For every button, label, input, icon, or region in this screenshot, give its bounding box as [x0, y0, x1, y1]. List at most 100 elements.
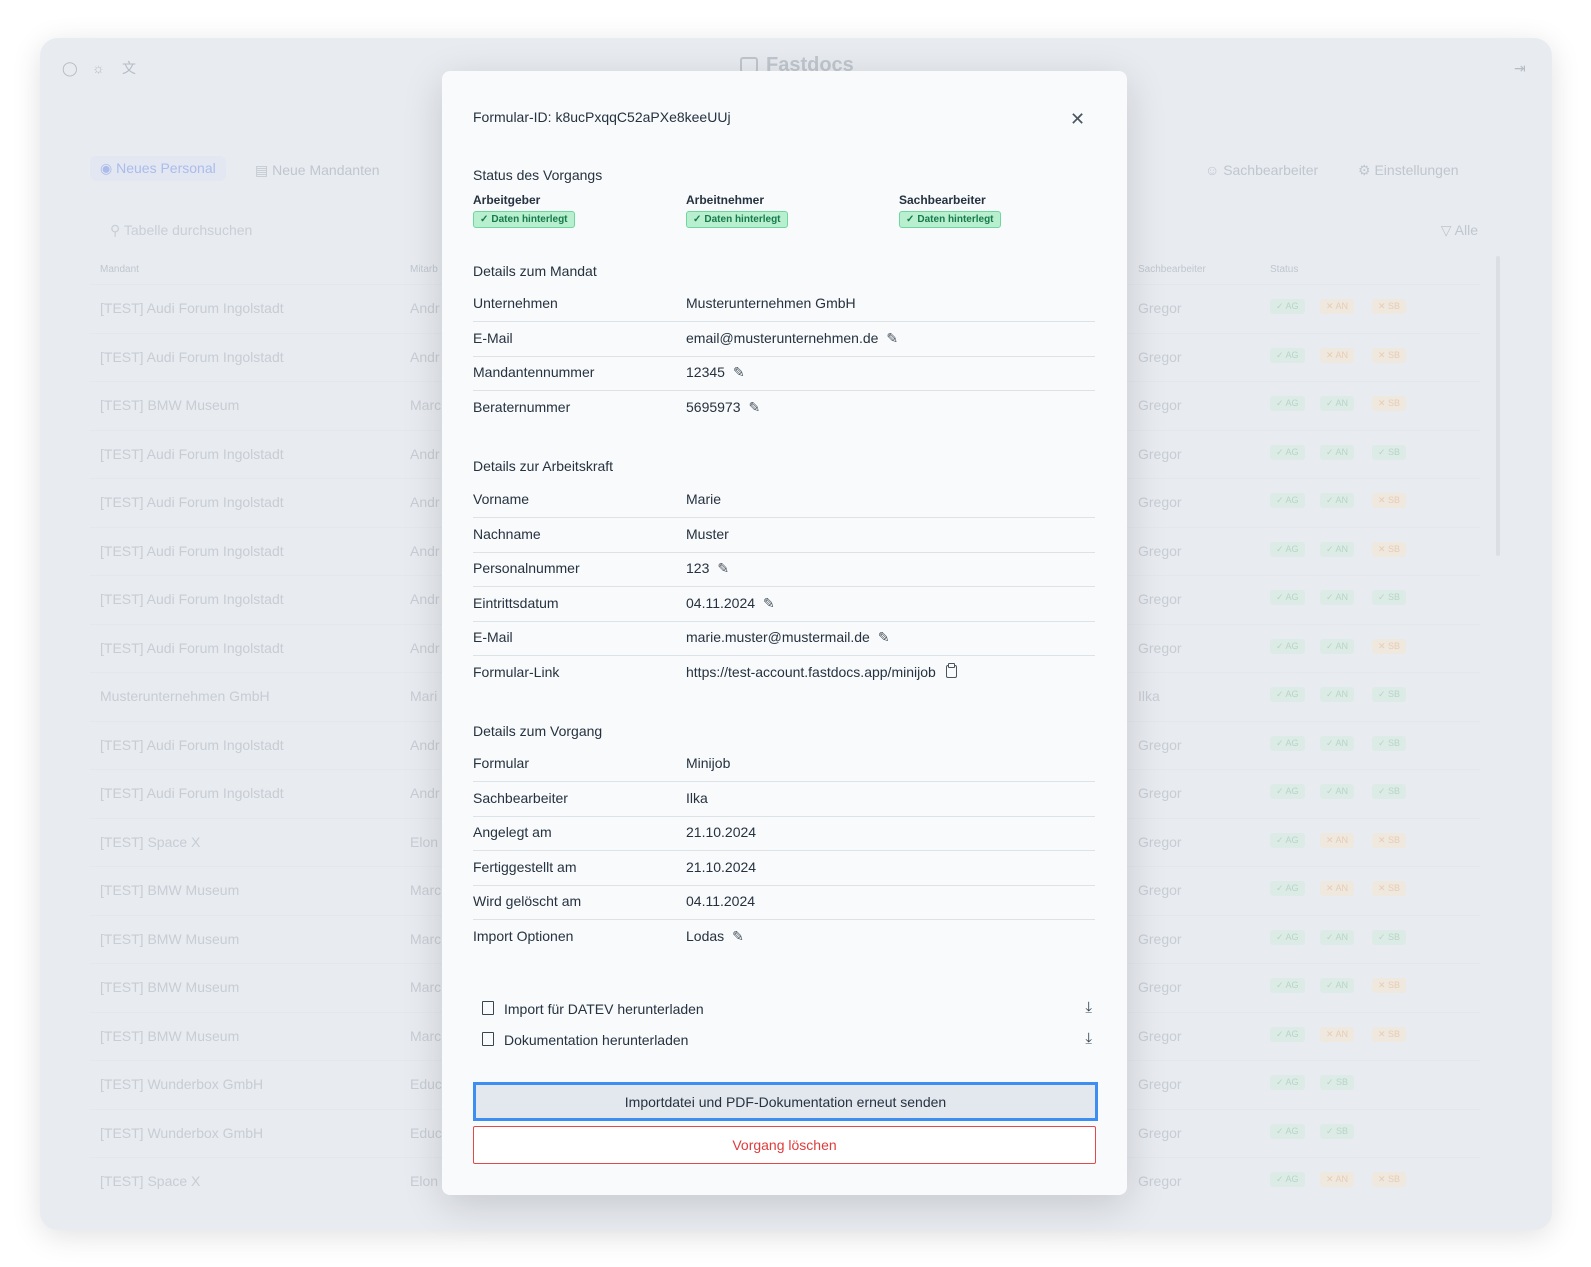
detail-row: E-Mail marie.muster@mustermail.de ✎: [473, 621, 1095, 656]
detail-row: Vorname Marie: [473, 483, 1095, 518]
detail-value-wrap: Marie: [686, 491, 721, 507]
status-text: Daten hinterlegt: [917, 214, 994, 225]
detail-value-wrap: Lodas ✎: [686, 928, 744, 945]
detail-label: Wird gelöscht am: [473, 893, 582, 909]
status-heading: Status des Vorgangs: [473, 167, 603, 183]
detail-value-wrap: 21.10.2024: [686, 859, 756, 875]
detail-value-wrap: email@musterunternehmen.de ✎: [686, 330, 898, 347]
pdf-file-icon: [482, 1032, 494, 1046]
detail-row: Personalnummer 123 ✎: [473, 552, 1095, 587]
detail-value: Ilka: [686, 789, 708, 806]
detail-label: Unternehmen: [473, 295, 558, 311]
detail-label: Formular-Link: [473, 663, 560, 680]
detail-value: Lodas: [686, 927, 725, 944]
detail-label: E-Mail: [473, 629, 513, 645]
detail-value: email@musterunternehmen.de: [686, 329, 879, 346]
detail-value: 21.10.2024: [686, 858, 757, 875]
detail-row: Beraternummer 5695973 ✎: [473, 391, 1095, 425]
detail-value: 123: [686, 560, 710, 576]
detail-value-wrap: Minijob: [686, 755, 730, 771]
pencil-icon[interactable]: ✎: [732, 928, 744, 945]
detail-value-wrap: 5695973 ✎: [686, 399, 760, 416]
detail-label: Vorname: [473, 491, 530, 507]
vorgang-detail-modal: Formular-ID: k8ucPxqqC52aPXe8keeUUj ✕ St…: [442, 71, 1127, 1195]
pencil-icon[interactable]: ✎: [733, 364, 745, 381]
detail-value-wrap: marie.muster@mustermail.de ✎: [686, 629, 890, 646]
mandat-heading: Details zum Mandat: [473, 263, 597, 279]
download-icon[interactable]: ⤓: [1085, 999, 1092, 1016]
detail-row: Formular Minijob: [473, 747, 1095, 782]
status-text: Daten hinterlegt: [491, 214, 568, 225]
pencil-icon[interactable]: ✎: [749, 399, 761, 416]
detail-value-wrap: Ilka: [686, 790, 708, 806]
detail-value: 04.11.2024: [686, 893, 756, 909]
detail-value-wrap: 123 ✎: [686, 560, 729, 577]
detail-value: Minijob: [686, 755, 731, 771]
detail-value-wrap: Muster: [686, 526, 729, 542]
status-sachbearbeiter: Sachbearbeiter ✓ Daten hinterlegt: [899, 193, 1001, 228]
detail-value-wrap: Musterunternehmen GmbH: [686, 295, 856, 311]
detail-row: Wird gelöscht am 04.11.2024: [473, 885, 1095, 920]
detail-value: Muster: [686, 525, 729, 542]
detail-row: E-Mail email@musterunternehmen.de ✎: [473, 322, 1095, 357]
detail-row: Angelegt am 21.10.2024: [473, 816, 1095, 851]
pencil-icon[interactable]: ✎: [878, 629, 890, 646]
file-icon: [482, 1001, 494, 1015]
detail-label: Formular: [473, 755, 530, 771]
detail-label: Nachname: [473, 525, 541, 542]
detail-label: Mandantennummer: [473, 364, 595, 380]
detail-value-wrap: 12345 ✎: [686, 364, 745, 381]
status-badge: ✓ Daten hinterlegt: [899, 211, 1001, 228]
detail-value: 21.10.2024: [686, 824, 757, 840]
pencil-icon[interactable]: ✎: [717, 560, 729, 577]
detail-value-wrap: 04.11.2024: [686, 893, 755, 909]
detail-value: 5695973: [686, 398, 741, 415]
check-icon: ✓: [906, 214, 915, 225]
detail-value-wrap: 04.11.2024 ✎: [686, 595, 775, 612]
status-badge: ✓ Daten hinterlegt: [686, 211, 788, 228]
resend-button[interactable]: Importdatei und PDF-Dokumentation erneut…: [473, 1082, 1098, 1121]
detail-row: Import Optionen Lodas ✎: [473, 920, 1095, 954]
status-arbeitnehmer: Arbeitnehmer ✓ Daten hinterlegt: [686, 193, 788, 228]
download-label: Dokumentation herunterladen: [504, 1032, 689, 1048]
clipboard-icon[interactable]: [945, 662, 957, 678]
modal-title: Formular-ID: k8ucPxqqC52aPXe8keeUUj: [473, 109, 731, 125]
detail-row: Sachbearbeiter Ilka: [473, 782, 1095, 817]
detail-value-wrap: https://test-account.fastdocs.app/minijo…: [686, 662, 957, 680]
pencil-icon[interactable]: ✎: [763, 595, 775, 612]
vorgang-heading: Details zum Vorgang: [473, 723, 603, 739]
detail-value: 04.11.2024: [686, 594, 756, 611]
detail-value-wrap: 21.10.2024: [686, 824, 756, 840]
delete-vorgang-button[interactable]: Vorgang löschen: [473, 1126, 1096, 1164]
close-icon[interactable]: ✕: [1070, 109, 1085, 130]
download-icon[interactable]: ⤓: [1085, 1030, 1092, 1047]
download-datev-import[interactable]: Import für DATEV herunterladen ⤓: [482, 997, 1092, 1023]
detail-label: Beraternummer: [473, 398, 571, 415]
detail-value: marie.muster@mustermail.de: [686, 629, 870, 645]
check-icon: ✓: [693, 214, 702, 225]
arbeitskraft-heading: Details zur Arbeitskraft: [473, 458, 614, 474]
detail-label: Fertiggestellt am: [473, 858, 577, 875]
detail-row: Nachname Muster: [473, 518, 1095, 553]
detail-row: Mandantennummer 12345 ✎: [473, 356, 1095, 391]
status-badge: ✓ Daten hinterlegt: [473, 211, 575, 228]
detail-row: Fertiggestellt am 21.10.2024: [473, 851, 1095, 886]
pencil-icon[interactable]: ✎: [886, 330, 898, 347]
download-dokumentation[interactable]: Dokumentation herunterladen ⤓: [482, 1028, 1092, 1054]
party-label: Arbeitgeber: [473, 193, 541, 207]
detail-label: Sachbearbeiter: [473, 789, 568, 806]
party-label: Sachbearbeiter: [899, 193, 986, 207]
status-arbeitgeber: Arbeitgeber ✓ Daten hinterlegt: [473, 193, 575, 228]
detail-value: https://test-account.fastdocs.app/minijo…: [686, 663, 936, 680]
detail-value: Marie: [686, 491, 722, 507]
check-icon: ✓: [480, 214, 489, 225]
detail-row: Unternehmen Musterunternehmen GmbH: [473, 287, 1095, 322]
party-label: Arbeitnehmer: [686, 193, 765, 207]
detail-label: Personalnummer: [473, 560, 580, 576]
detail-label: Import Optionen: [473, 927, 574, 944]
detail-value: Musterunternehmen GmbH: [686, 295, 856, 311]
status-text: Daten hinterlegt: [704, 214, 781, 225]
detail-label: E-Mail: [473, 329, 513, 346]
detail-label: Eintrittsdatum: [473, 594, 559, 611]
detail-label: Angelegt am: [473, 824, 552, 840]
